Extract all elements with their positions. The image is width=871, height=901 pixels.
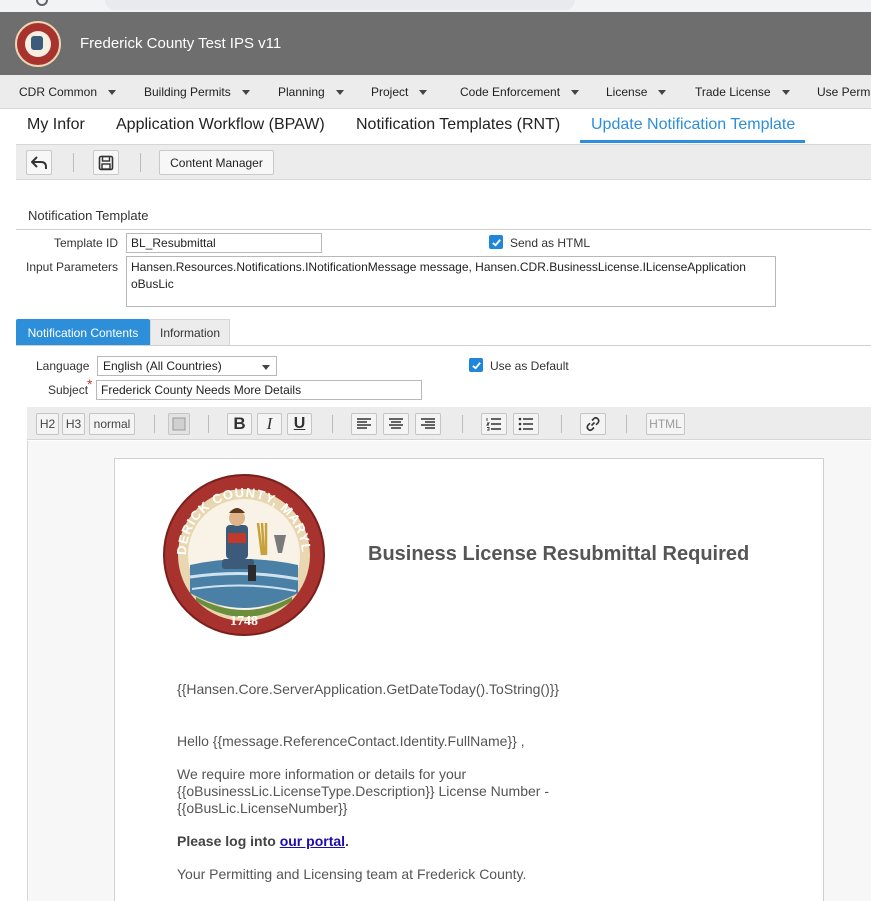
content-manager-button[interactable]: Content Manager: [159, 150, 274, 175]
email-greeting: Hello {{message.ReferenceContact.Identit…: [177, 733, 525, 749]
page-tabs: My Infor Application Workflow (BPAW) Not…: [0, 109, 871, 143]
tab-information[interactable]: Information: [150, 319, 230, 346]
ordered-list-button[interactable]: [481, 413, 507, 435]
tab-notification-contents[interactable]: Notification Contents: [16, 319, 150, 346]
menu-license[interactable]: License: [606, 85, 667, 99]
county-seal-icon: [15, 20, 61, 67]
chevron-down-icon: [658, 89, 667, 95]
login-suffix: .: [345, 833, 349, 849]
menu-trade-license[interactable]: Trade License: [695, 85, 790, 99]
link-icon: [586, 416, 600, 432]
email-heading: Business License Resubmittal Required: [368, 543, 750, 565]
underline-button[interactable]: U: [287, 413, 312, 435]
align-right-button[interactable]: [415, 413, 441, 435]
email-body-line: {{oBusLic.LicenseNumber}}: [177, 800, 348, 816]
language-select[interactable]: English (All Countries): [97, 356, 277, 376]
chevron-down-icon: [419, 89, 428, 95]
use-as-default-label: Use as Default: [490, 359, 569, 373]
address-bar[interactable]: [105, 0, 575, 10]
bulleted-list-button[interactable]: [513, 413, 539, 435]
active-tab-indicator: [580, 140, 805, 143]
main-menu: CDR Common Building Permits Planning Pro…: [0, 75, 871, 109]
heading2-button[interactable]: H2: [36, 413, 59, 435]
chevron-down-icon: [571, 89, 580, 95]
editor-divider: [154, 415, 155, 433]
heading3-button[interactable]: H3: [62, 413, 85, 435]
tab-notification-templates[interactable]: Notification Templates (RNT): [356, 116, 560, 134]
italic-button[interactable]: I: [257, 413, 282, 435]
email-login-line: Please log into our portal.: [177, 833, 349, 850]
required-indicator: *: [87, 376, 93, 392]
text-color-button[interactable]: [168, 413, 190, 435]
save-button[interactable]: [93, 150, 119, 175]
login-prefix: Please log into: [177, 833, 280, 849]
menu-code-enforcement[interactable]: Code Enforcement: [460, 85, 580, 99]
send-as-html-label: Send as HTML: [510, 236, 591, 250]
email-body-line: {{oBusinessLic.LicenseType.Description}}…: [177, 783, 549, 799]
send-as-html-checkbox[interactable]: [489, 235, 503, 249]
chevron-down-icon: [335, 89, 344, 95]
subject-label: Subject: [48, 383, 89, 397]
chevron-down-icon: [781, 89, 790, 95]
ordered-list-icon: [486, 418, 501, 431]
align-left-icon: [357, 418, 371, 429]
use-as-default-checkbox[interactable]: [469, 358, 483, 372]
app-header: Frederick County Test IPS v11: [0, 12, 871, 75]
toolbar-divider: [73, 153, 74, 172]
action-toolbar: Content Manager: [16, 144, 871, 180]
content-tabs-divider: [16, 345, 871, 346]
bulleted-list-icon: [518, 417, 533, 431]
editor-divider: [561, 415, 562, 433]
chevron-down-icon: [262, 365, 270, 370]
html-source-button[interactable]: HTML: [646, 413, 685, 435]
editor-divider: [626, 415, 627, 433]
editor-divider: [208, 415, 209, 433]
email-body-line: We require more information or details f…: [177, 766, 467, 782]
county-seal-icon: FREDERICK COUNTY, MARYLAND 1748: [162, 473, 325, 636]
subject-field[interactable]: Frederick County Needs More Details: [96, 380, 422, 400]
reload-icon[interactable]: [36, 0, 48, 6]
tab-application-workflow[interactable]: Application Workflow (BPAW): [116, 116, 325, 134]
template-id-field[interactable]: BL_Resubmittal: [126, 233, 322, 253]
menu-cdr-common[interactable]: CDR Common: [19, 85, 117, 99]
align-center-button[interactable]: [383, 413, 409, 435]
chevron-down-icon: [241, 89, 250, 95]
tab-update-notification-template[interactable]: Update Notification Template: [591, 116, 795, 134]
color-swatch-icon: [172, 417, 186, 431]
language-label: Language: [36, 359, 90, 373]
email-signoff: Your Permitting and Licensing team at Fr…: [177, 866, 527, 882]
menu-planning[interactable]: Planning: [278, 85, 344, 99]
checkmark-icon: [491, 238, 501, 247]
menu-use-permits[interactable]: Use Perm: [817, 85, 870, 99]
menu-project[interactable]: Project: [371, 85, 428, 99]
checkmark-icon: [471, 361, 481, 370]
editor-divider: [462, 415, 463, 433]
editor-toolbar: H2 H3 normal B I U HTML: [27, 407, 871, 440]
language-value: English (All Countries): [103, 359, 222, 373]
save-icon: [98, 155, 114, 170]
normal-text-button[interactable]: normal: [89, 413, 135, 435]
menu-building-permits[interactable]: Building Permits: [144, 85, 250, 99]
editor-divider: [332, 415, 333, 433]
app-title: Frederick County Test IPS v11: [80, 35, 282, 52]
bold-button[interactable]: B: [227, 413, 252, 435]
section-divider: [16, 229, 871, 230]
align-left-button[interactable]: [351, 413, 377, 435]
align-right-icon: [421, 418, 435, 429]
input-parameters-label: Input Parameters: [26, 260, 119, 274]
chevron-down-icon: [108, 89, 117, 95]
insert-link-button[interactable]: [580, 413, 606, 435]
browser-chrome: [0, 0, 871, 12]
align-center-icon: [389, 418, 403, 429]
toolbar-divider: [140, 153, 141, 172]
input-parameters-field[interactable]: Hansen.Resources.Notifications.INotifica…: [126, 256, 776, 307]
email-date-placeholder: {{Hansen.Core.ServerApplication.GetDateT…: [177, 681, 560, 697]
tab-my-infor[interactable]: My Infor: [27, 116, 85, 134]
undo-button[interactable]: [26, 150, 52, 175]
section-title: Notification Template: [28, 208, 149, 223]
template-id-label: Template ID: [54, 236, 119, 250]
portal-link[interactable]: our portal: [280, 833, 345, 849]
undo-icon: [31, 155, 47, 169]
seal-year: 1748: [230, 614, 258, 629]
